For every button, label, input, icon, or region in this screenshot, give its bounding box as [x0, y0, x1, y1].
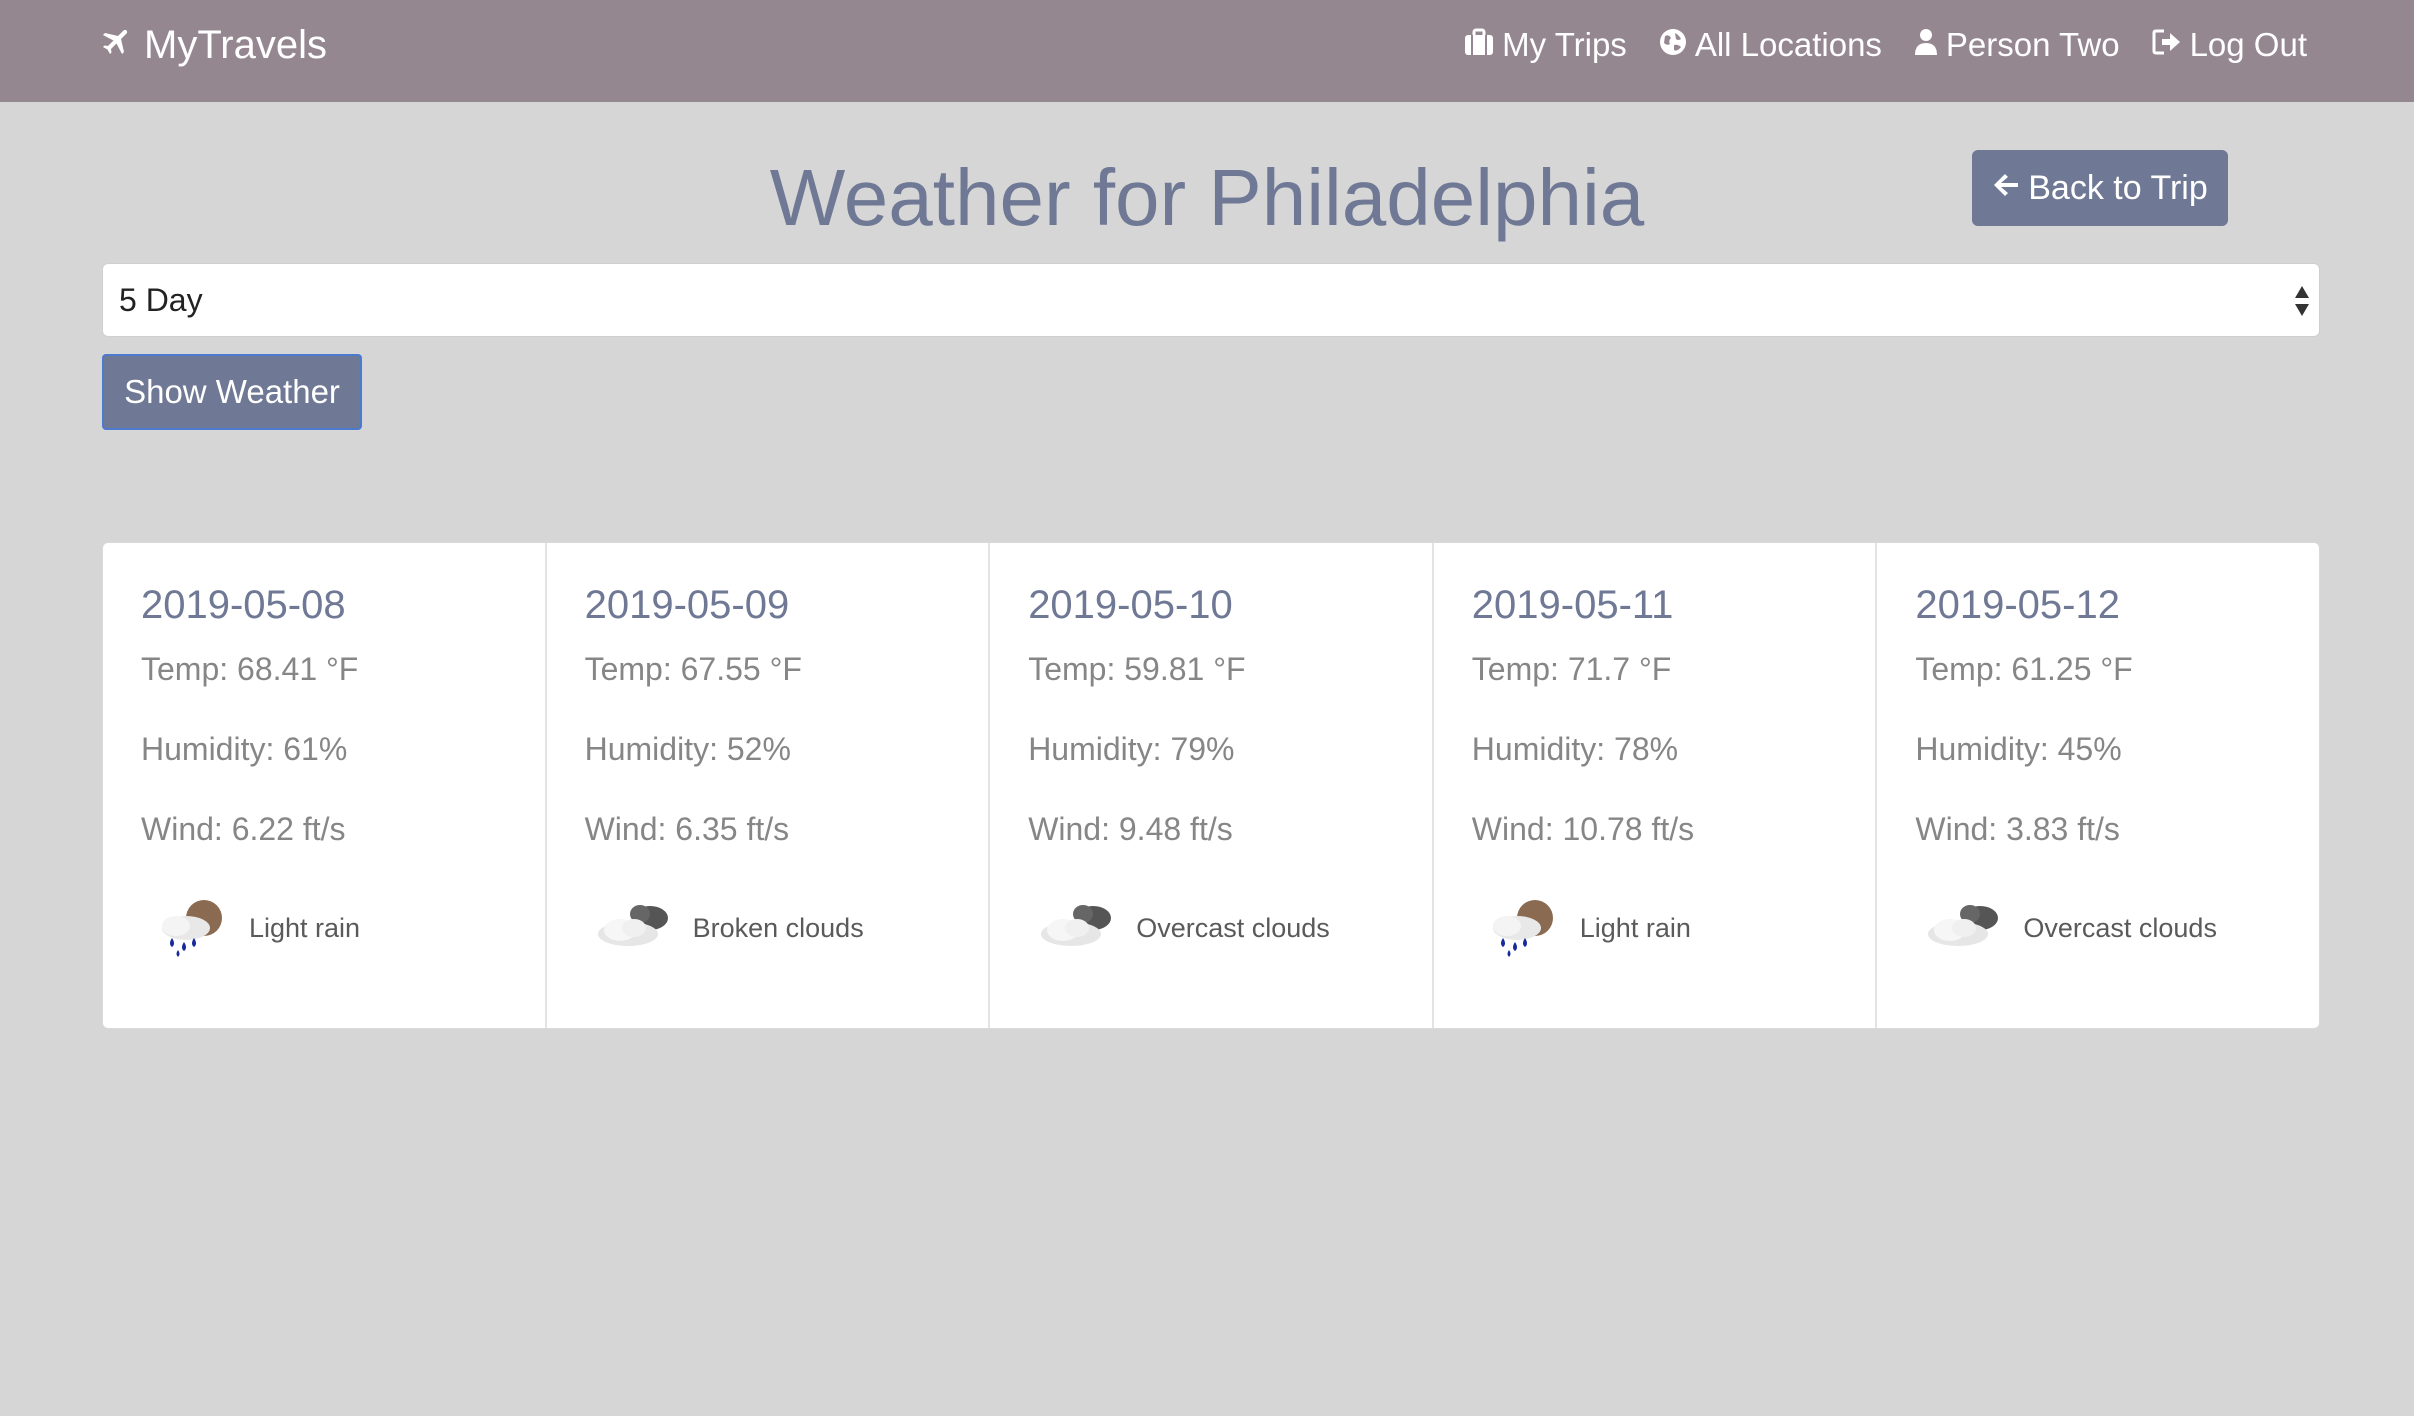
nav-link-label: All Locations [1694, 26, 1882, 63]
forecast-humidity: Humidity: 45% [1915, 731, 2122, 767]
forecast-temp: Temp: 59.81 °F [1028, 651, 1246, 687]
forecast-temp: Temp: 67.55 °F [584, 651, 802, 687]
forecast-temp: Temp: 71.7 °F [1471, 651, 1672, 687]
forecast-card: 2019-05-11 Temp: 71.7 °F Humidity: 78% W… [1431, 543, 1876, 1028]
log-out-icon [2152, 26, 2190, 64]
nav-my-trips[interactable]: My Trips [1464, 26, 1627, 64]
nav-link-label: Person Two [1945, 26, 2120, 63]
forecast-card: 2019-05-08 Temp: 68.41 °F Humidity: 61% … [103, 543, 545, 1028]
condition-label: Light rain [1579, 912, 1691, 943]
overcast-clouds-icon [1915, 893, 2015, 963]
forecast-date: 2019-05-10 [1028, 583, 1233, 627]
forecast-card: 2019-05-10 Temp: 59.81 °F Humidity: 79% … [988, 543, 1432, 1028]
nav-links: My Trips All Locations Person Two Log Ou… [1432, 20, 2307, 70]
condition-label: Light rain [249, 912, 361, 943]
forecast-humidity: Humidity: 52% [584, 731, 791, 767]
forecast-humidity: Humidity: 61% [141, 731, 348, 767]
nav-link-label: Log Out [2189, 26, 2307, 63]
forecast-wind: Wind: 6.22 ft/s [141, 811, 346, 847]
forecast-condition: Broken clouds [585, 893, 864, 963]
forecast-range-value: 5 Day [119, 282, 203, 318]
brand-name: MyTravels [144, 22, 327, 67]
light-rain-icon [1472, 893, 1572, 963]
select-arrows-icon [2293, 284, 2311, 323]
forecast-temp: Temp: 68.41 °F [141, 651, 359, 687]
nav-all-locations[interactable]: All Locations [1659, 26, 1882, 64]
back-to-trip-button[interactable]: Back to Trip [1972, 150, 2228, 226]
overcast-clouds-icon [1028, 893, 1128, 963]
nav-log-out[interactable]: Log Out [2152, 26, 2307, 64]
condition-label: Overcast clouds [2023, 912, 2217, 943]
airplane-icon [100, 23, 144, 68]
forecast-humidity: Humidity: 78% [1471, 731, 1679, 767]
brand-link[interactable]: MyTravels [100, 20, 327, 70]
forecast-wind: Wind: 9.48 ft/s [1028, 811, 1233, 847]
globe-icon [1659, 26, 1695, 64]
broken-clouds-icon [585, 893, 685, 963]
forecast-date: 2019-05-08 [141, 583, 346, 627]
show-weather-button[interactable]: Show Weather [102, 354, 362, 430]
user-icon [1914, 26, 1946, 64]
briefcase-icon [1464, 26, 1502, 64]
forecast-wind: Wind: 3.83 ft/s [1915, 811, 2120, 847]
forecast-date: 2019-05-12 [1915, 583, 2120, 627]
light-rain-icon [141, 893, 241, 963]
forecast-cards: 2019-05-08 Temp: 68.41 °F Humidity: 61% … [102, 542, 2320, 1029]
forecast-temp: Temp: 61.25 °F [1915, 651, 2133, 687]
forecast-condition: Overcast clouds [1028, 893, 1330, 963]
back-to-trip-label: Back to Trip [2028, 168, 2208, 207]
forecast-date: 2019-05-11 [1471, 583, 1674, 627]
condition-label: Broken clouds [692, 912, 864, 943]
arrow-left-icon [1992, 169, 2028, 208]
nav-user-profile[interactable]: Person Two [1914, 26, 2120, 64]
forecast-card: 2019-05-12 Temp: 61.25 °F Humidity: 45% … [1875, 543, 2319, 1028]
forecast-condition: Light rain [141, 893, 360, 963]
forecast-condition: Light rain [1472, 893, 1691, 963]
forecast-card: 2019-05-09 Temp: 67.55 °F Humidity: 52% … [544, 543, 989, 1028]
condition-label: Overcast clouds [1136, 912, 1330, 943]
navbar: MyTravels My Trips All Locations Person … [0, 0, 2414, 102]
forecast-wind: Wind: 6.35 ft/s [584, 811, 790, 847]
nav-link-label: My Trips [1502, 26, 1627, 63]
forecast-date: 2019-05-09 [584, 583, 790, 627]
forecast-range-select[interactable]: 5 Day [102, 263, 2320, 337]
forecast-condition: Overcast clouds [1915, 893, 2217, 963]
forecast-humidity: Humidity: 79% [1028, 731, 1235, 767]
forecast-wind: Wind: 10.78 ft/s [1471, 811, 1695, 847]
